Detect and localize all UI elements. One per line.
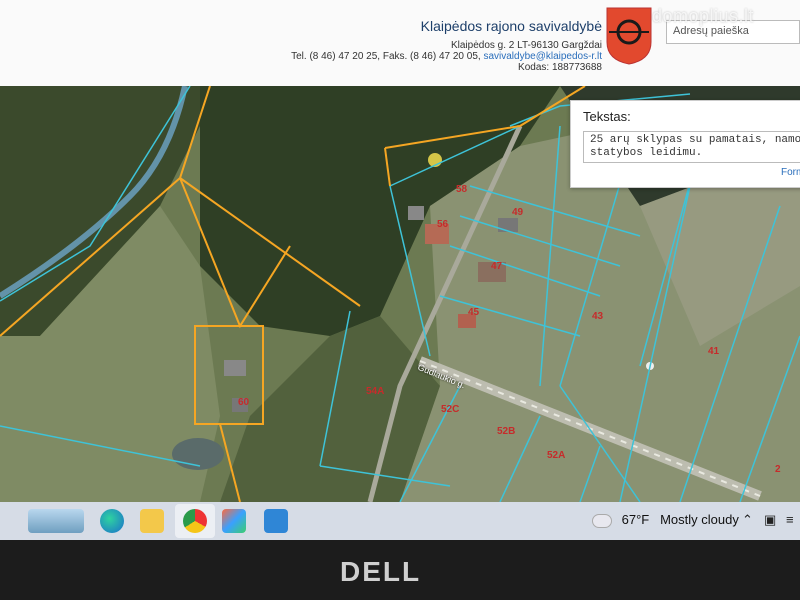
parcel-label[interactable]: 52A — [547, 450, 565, 461]
email-link[interactable]: savivaldybe@klaipedos-r.lt — [483, 51, 602, 62]
text-line-2: statybos leidimu. — [590, 147, 703, 159]
weather-widget[interactable]: 67°F Mostly cloudy — [592, 512, 739, 528]
parcel-label[interactable]: 58 — [456, 184, 467, 195]
chevron-up-icon[interactable]: ⌃ — [742, 512, 753, 528]
parcel-label[interactable]: 45 — [468, 307, 479, 318]
temperature: 67°F — [621, 512, 650, 527]
org-code: Kodas: 188773688 — [518, 62, 602, 73]
municipality-header: Klaipėdos rajono savivaldybė Klaipėdos g… — [0, 0, 800, 87]
dell-logo: DELL — [340, 556, 422, 587]
parcel-label[interactable]: 41 — [708, 346, 719, 357]
parcel-label[interactable]: 60 — [238, 397, 249, 408]
parcel-label[interactable]: 47 — [491, 261, 502, 272]
cloud-icon — [592, 513, 612, 528]
org-contact: Tel. (8 46) 47 20 25, Faks. (8 46) 47 20… — [291, 51, 602, 62]
mail-icon[interactable] — [264, 509, 288, 533]
form-link[interactable]: Form — [781, 167, 800, 178]
org-address: Klaipėdos g. 2 LT-96130 Gargždai — [450, 40, 602, 51]
parcel-label[interactable]: 49 — [512, 207, 523, 218]
weather-status: Mostly cloudy — [660, 512, 739, 527]
store-icon[interactable] — [222, 509, 246, 533]
screen: Klaipėdos rajono savivaldybė Klaipėdos g… — [0, 0, 800, 540]
municipality-crest-icon — [606, 7, 652, 65]
parcel-label[interactable]: 54A — [366, 386, 384, 397]
text-panel: Tekstas: 25 arų sklypas su pamatais, nam… — [570, 100, 800, 188]
watermark: domoplius.lt — [652, 6, 755, 26]
camera-icon[interactable]: ▣ — [764, 512, 776, 528]
file-explorer-icon[interactable] — [140, 509, 164, 533]
edge-icon[interactable] — [100, 509, 124, 533]
parcel-label[interactable]: 2 — [775, 464, 781, 475]
text-line-1: 25 arų sklypas su pamatais, namo — [590, 134, 800, 146]
text-area[interactable]: 25 arų sklypas su pamatais, namo statybo… — [583, 131, 800, 163]
network-icon[interactable]: ≡ — [786, 512, 794, 527]
phone-fax: Tel. (8 46) 47 20 25, Faks. (8 46) 47 20… — [291, 51, 481, 62]
chrome-icon[interactable] — [183, 509, 207, 533]
taskbar: 67°F Mostly cloudy ⌃ ▣ ≡ — [0, 502, 800, 540]
parcel-label[interactable]: 56 — [437, 219, 448, 230]
parcel-label[interactable]: 52C — [441, 404, 459, 415]
parcel-label[interactable]: 43 — [592, 311, 603, 322]
widgets-icon[interactable] — [28, 509, 84, 533]
text-panel-title: Tekstas: — [583, 109, 631, 124]
org-title: Klaipėdos rajono savivaldybė — [420, 18, 602, 34]
parcel-label[interactable]: 52B — [497, 426, 515, 437]
